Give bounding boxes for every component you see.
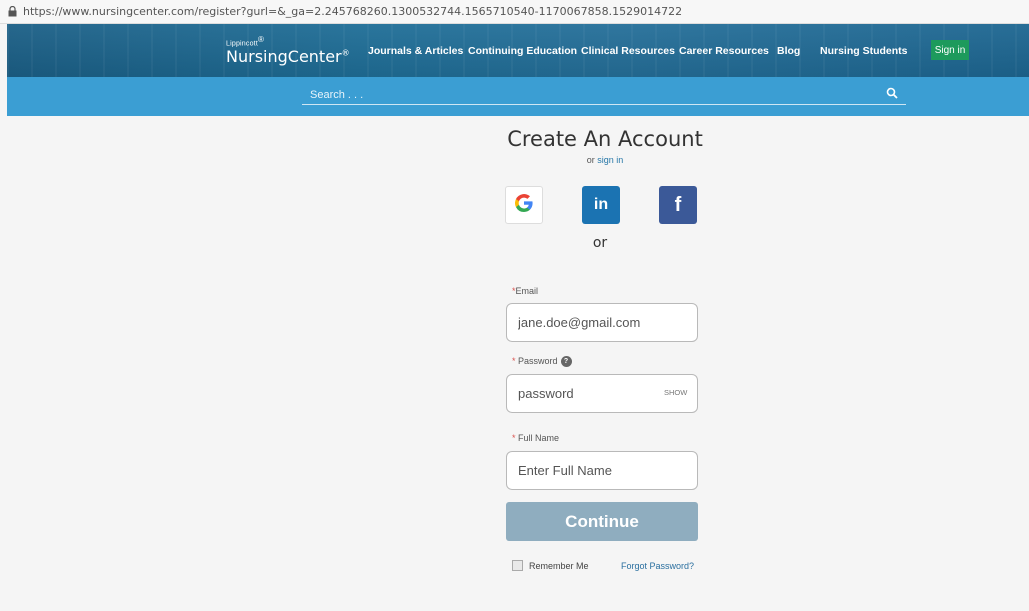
search-bar [7,77,1029,116]
password-label: * Password? [512,356,572,368]
help-icon[interactable]: ? [560,356,572,368]
nav-journals-articles[interactable]: Journals & Articles [368,45,463,57]
site-logo[interactable]: Lippincott® NursingCenter® [226,35,350,67]
nav-career-resources[interactable]: Career Resources [679,45,769,57]
or-text: or [586,155,595,165]
search-input[interactable] [302,85,906,105]
email-field[interactable] [506,303,698,342]
remember-me: Remember Me [512,560,589,571]
continue-button[interactable]: Continue [506,502,698,541]
search-icon[interactable] [886,86,900,100]
remember-me-label: Remember Me [529,560,589,571]
google-icon [515,193,533,217]
email-label: *Email [512,286,539,296]
site-header: Lippincott® NursingCenter® Journals & Ar… [7,24,1029,77]
facebook-icon: f [674,193,682,216]
page-title: Create An Account [507,127,703,151]
register-panel: Create An Account or sign in in f or *Em… [7,116,1029,611]
nav-clinical-resources[interactable]: Clinical Resources [581,45,675,57]
nav-blog[interactable]: Blog [777,45,800,57]
sign-in-button[interactable]: Sign in [931,40,969,60]
url-text[interactable]: https://www.nursingcenter.com/register?g… [23,5,682,18]
logo-nursingcenter: NursingCenter [226,47,342,67]
remember-me-checkbox[interactable] [512,560,523,571]
lock-icon [6,5,18,19]
fullname-field[interactable] [506,451,698,490]
nav-nursing-students[interactable]: Nursing Students [820,45,908,57]
or-sign-in-line: or sign in [500,155,710,165]
show-password-toggle[interactable]: SHOW [664,388,687,397]
linkedin-signin-button[interactable]: in [582,186,620,224]
facebook-signin-button[interactable]: f [659,186,697,224]
sign-in-link[interactable]: sign in [597,155,623,165]
browser-address-bar[interactable]: https://www.nursingcenter.com/register?g… [0,0,1029,24]
forgot-password-link[interactable]: Forgot Password? [621,561,694,571]
linkedin-icon: in [593,196,609,213]
logo-lippincott: Lippincott [226,40,258,48]
or-divider: or [592,235,608,251]
google-signin-button[interactable] [505,186,543,224]
fullname-label: * Full Name [512,433,560,443]
nav-continuing-education[interactable]: Continuing Education [468,45,577,57]
